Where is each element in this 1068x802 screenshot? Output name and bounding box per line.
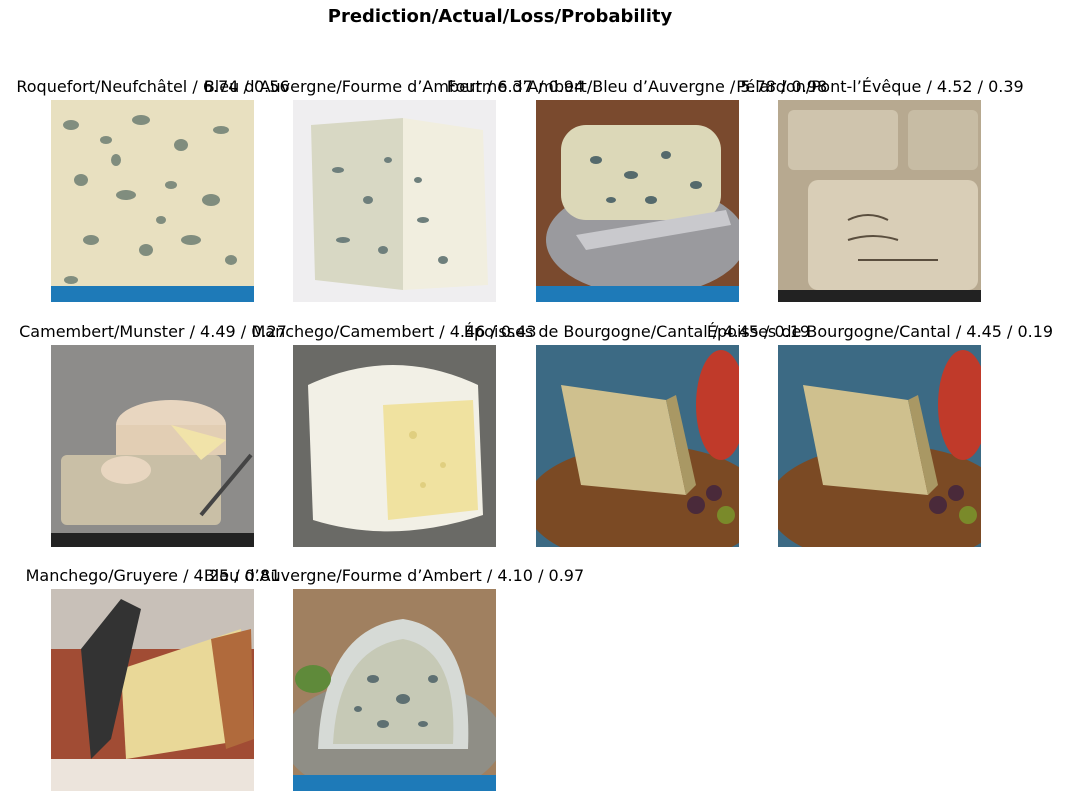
cheese-image [51, 345, 254, 547]
panel-title: Pélardon/Pont-l’Évêque / 4.52 / 0.39 [736, 77, 1024, 96]
cheese-image [293, 345, 496, 547]
figure-title: Prediction/Actual/Loss/Probability [327, 6, 673, 27]
panel-title: Époisses de Bourgogne/Cantal / 4.45 / 0.… [706, 322, 1054, 341]
cheese-image [778, 100, 981, 302]
cheese-image [778, 345, 981, 547]
cheese-image [536, 345, 739, 547]
cheese-image [536, 100, 739, 302]
panel-title: Camembert/Munster / 4.49 / 0.27 [19, 322, 287, 341]
panel-title: Bleu d’Auvergne/Fourme d’Ambert / 4.10 /… [203, 566, 585, 585]
cheese-image [293, 100, 496, 302]
cheese-image [293, 589, 496, 791]
cheese-image [51, 589, 254, 791]
cheese-image [51, 100, 254, 302]
